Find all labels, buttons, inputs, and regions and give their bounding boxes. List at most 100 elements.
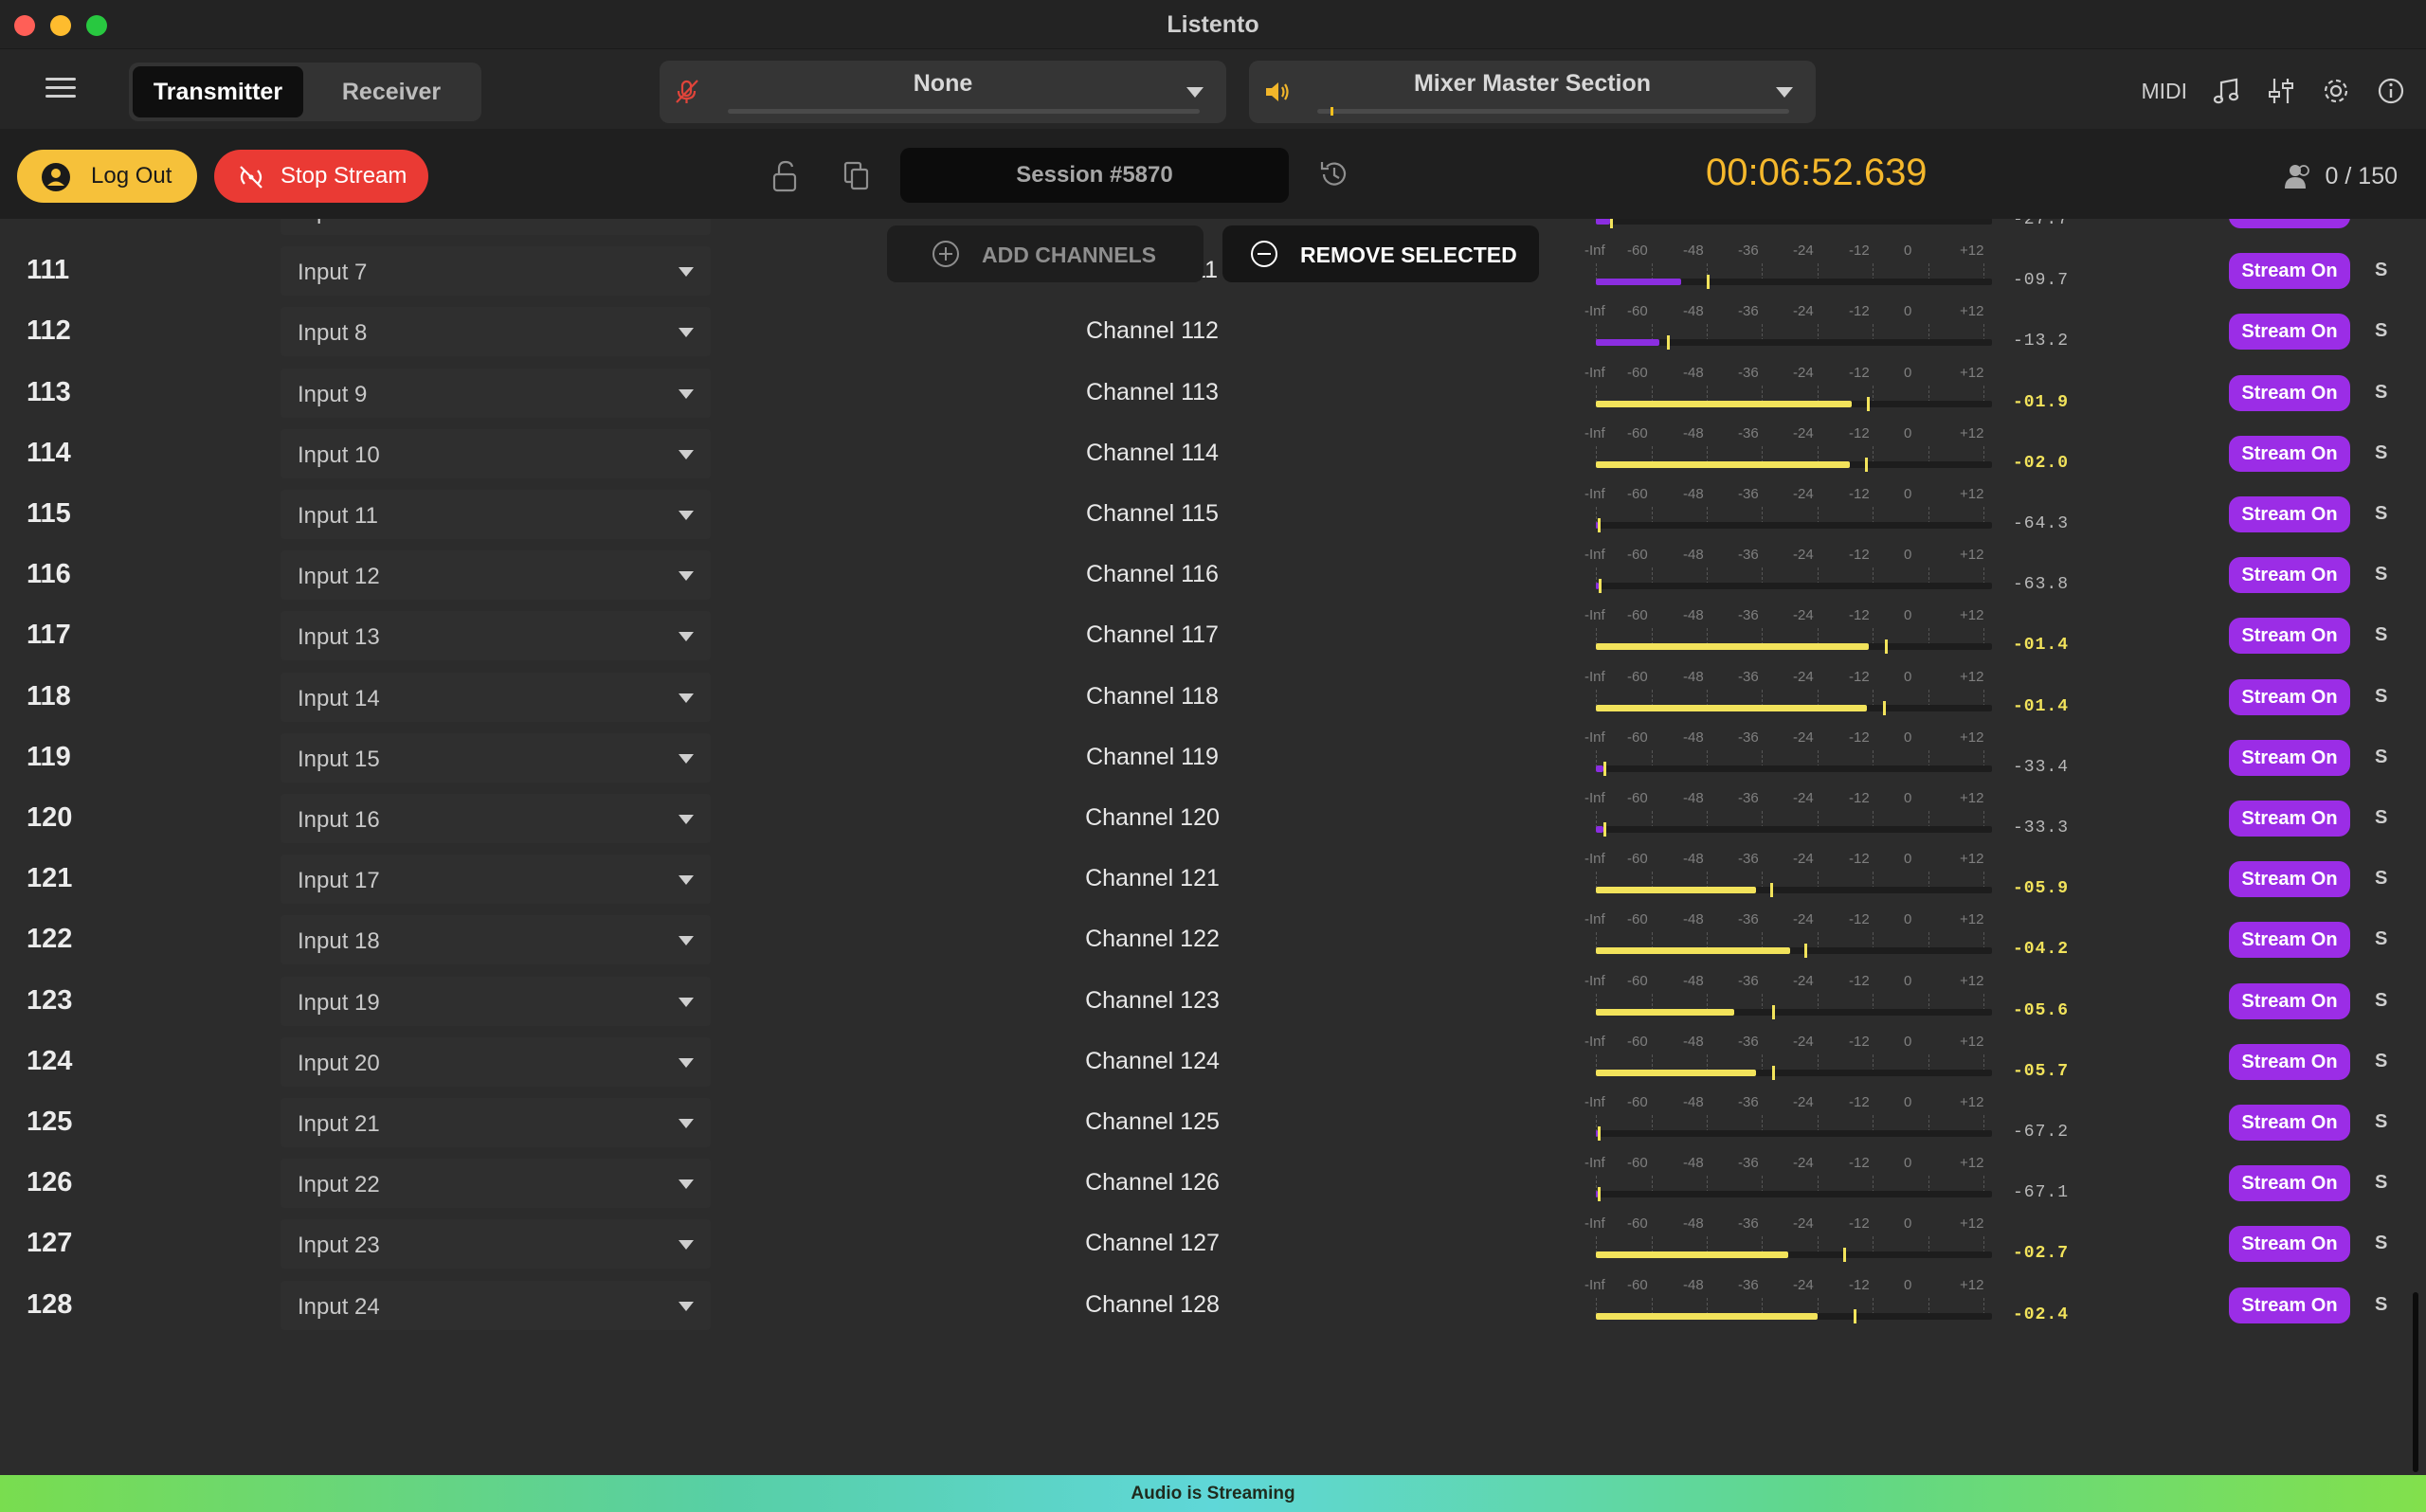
input-select[interactable]: Input 10 [281, 428, 711, 478]
input-select[interactable]: Input 23 [281, 1219, 711, 1269]
stream-on-button[interactable]: Stream On [2229, 678, 2350, 715]
output-device-select[interactable]: Mixer Master Section [1249, 61, 1816, 123]
channel-name[interactable]: Channel 115 [1042, 500, 1262, 528]
solo-button[interactable]: S [2375, 990, 2387, 1012]
channel-row[interactable]: 114 Input 10 Channel 114 -Inf -60 -48 -36 -2… [0, 423, 2426, 484]
input-select[interactable]: Input 14 [281, 672, 711, 722]
solo-button[interactable]: S [2375, 260, 2387, 281]
hamburger-menu-icon[interactable] [45, 78, 76, 104]
history-icon[interactable] [1317, 157, 1351, 191]
session-id-field[interactable]: Session #5870 [900, 148, 1289, 203]
info-icon[interactable] [2375, 75, 2407, 107]
stream-on-button[interactable]: Stream On [2229, 253, 2350, 290]
input-select[interactable]: Input 16 [281, 794, 711, 843]
channel-name[interactable]: Channel 110 [1042, 219, 1262, 224]
channel-name[interactable]: Channel 116 [1042, 561, 1262, 588]
input-select[interactable]: Input 12 [281, 550, 711, 601]
solo-button[interactable]: S [2375, 624, 2387, 646]
stream-on-button[interactable]: Stream On [2229, 982, 2350, 1019]
add-channels-button[interactable]: ADD CHANNELS [887, 225, 1204, 282]
tab-transmitter[interactable]: Transmitter [133, 66, 303, 117]
channel-name[interactable]: Channel 119 [1042, 744, 1262, 771]
stream-on-button[interactable]: Stream On [2229, 1043, 2350, 1080]
channel-row[interactable]: 126 Input 22 Channel 126 -Inf -60 -48 -36 -2… [0, 1153, 2426, 1214]
channel-name[interactable]: Channel 118 [1042, 683, 1262, 711]
mixer-sliders-icon[interactable] [2265, 75, 2297, 107]
channel-row[interactable]: 128 Input 24 Channel 128 -Inf -60 -48 -36 -2… [0, 1275, 2426, 1336]
solo-button[interactable]: S [2375, 382, 2387, 404]
channel-row[interactable]: 127 Input 23 Channel 127 -Inf -60 -48 -36 -2… [0, 1214, 2426, 1274]
solo-button[interactable]: S [2375, 1051, 2387, 1072]
channel-row[interactable]: 120 Input 16 Channel 120 -Inf -60 -48 -36 -2… [0, 788, 2426, 849]
channel-name[interactable]: Channel 120 [1042, 804, 1262, 832]
logout-button[interactable]: Log Out [17, 150, 197, 203]
stream-on-button[interactable]: Stream On [2229, 1226, 2350, 1263]
remove-selected-button[interactable]: REMOVE SELECTED [1222, 225, 1539, 282]
solo-button[interactable]: S [2375, 1172, 2387, 1194]
input-select[interactable]: Input 6 [281, 219, 711, 235]
channel-name[interactable]: Channel 127 [1042, 1230, 1262, 1257]
channel-row[interactable]: 118 Input 14 Channel 118 -Inf -60 -48 -36 -2… [0, 667, 2426, 728]
channel-name[interactable]: Channel 122 [1042, 926, 1262, 953]
midi-button[interactable]: MIDI [2141, 79, 2187, 104]
channel-name[interactable]: Channel 113 [1042, 379, 1262, 406]
copy-icon[interactable] [842, 159, 872, 193]
gear-icon[interactable] [2320, 75, 2352, 107]
solo-button[interactable]: S [2375, 686, 2387, 708]
input-select[interactable]: Input 15 [281, 732, 711, 783]
stream-on-button[interactable]: Stream On [2229, 496, 2350, 532]
input-select[interactable]: Input 11 [281, 490, 711, 539]
input-select[interactable]: Input 18 [281, 915, 711, 965]
solo-button[interactable]: S [2375, 868, 2387, 890]
stream-on-button[interactable]: Stream On [2229, 219, 2350, 228]
solo-button[interactable]: S [2375, 807, 2387, 829]
music-note-icon[interactable] [2210, 75, 2242, 107]
channel-row[interactable]: 110 Input 6 Channel 110 -Inf-60-48-36-24… [0, 219, 2426, 241]
tab-receiver[interactable]: Receiver [305, 66, 478, 117]
input-select[interactable]: Input 9 [281, 368, 711, 418]
input-select[interactable]: Input 13 [281, 611, 711, 661]
input-device-select[interactable]: None [660, 61, 1226, 123]
solo-button[interactable]: S [2375, 1233, 2387, 1254]
input-select[interactable]: Input 20 [281, 1036, 711, 1087]
channel-row[interactable]: 122 Input 18 Channel 122 -Inf -60 -48 -36 -2… [0, 909, 2426, 970]
channel-row[interactable]: 115 Input 11 Channel 115 -Inf -60 -48 -36 -2… [0, 484, 2426, 545]
channel-name[interactable]: Channel 126 [1042, 1169, 1262, 1197]
solo-button[interactable]: S [2375, 928, 2387, 950]
input-select[interactable]: Input 7 [281, 246, 711, 297]
channel-name[interactable]: Channel 124 [1042, 1048, 1262, 1075]
stream-on-button[interactable]: Stream On [2229, 861, 2350, 898]
solo-button[interactable]: S [2375, 564, 2387, 585]
input-select[interactable]: Input 21 [281, 1098, 711, 1147]
stream-on-button[interactable]: Stream On [2229, 314, 2350, 351]
solo-button[interactable]: S [2375, 442, 2387, 464]
stream-on-button[interactable]: Stream On [2229, 618, 2350, 655]
stream-on-button[interactable]: Stream On [2229, 557, 2350, 594]
channel-name[interactable]: Channel 112 [1042, 317, 1262, 345]
stream-on-button[interactable]: Stream On [2229, 1165, 2350, 1202]
channel-row[interactable]: 123 Input 19 Channel 123 -Inf -60 -48 -36 -2… [0, 971, 2426, 1032]
solo-button[interactable]: S [2375, 219, 2387, 221]
channel-row[interactable]: 116 Input 12 Channel 116 -Inf -60 -48 -36 -2… [0, 545, 2426, 605]
solo-button[interactable]: S [2375, 1294, 2387, 1316]
stop-stream-button[interactable]: Stop Stream [214, 150, 428, 203]
channel-name[interactable]: Channel 121 [1042, 865, 1262, 892]
stream-on-button[interactable]: Stream On [2229, 801, 2350, 837]
channel-row[interactable]: 125 Input 21 Channel 125 -Inf -60 -48 -36 -2… [0, 1092, 2426, 1153]
channel-name[interactable]: Channel 125 [1042, 1108, 1262, 1136]
channel-name[interactable]: Channel 114 [1042, 440, 1262, 467]
channel-name[interactable]: Channel 123 [1042, 987, 1262, 1015]
channel-row[interactable]: 124 Input 20 Channel 124 -Inf -60 -48 -36 -2… [0, 1032, 2426, 1092]
input-select[interactable]: Input 22 [281, 1159, 711, 1209]
channel-row[interactable]: 119 Input 15 Channel 119 -Inf -60 -48 -36 -2… [0, 728, 2426, 788]
input-select[interactable]: Input 17 [281, 855, 711, 905]
stream-on-button[interactable]: Stream On [2229, 1287, 2350, 1323]
channel-row[interactable]: 113 Input 9 Channel 113 -Inf -60 -48 -36 -24… [0, 363, 2426, 423]
scrollbar-thumb[interactable] [2413, 1292, 2418, 1472]
stream-on-button[interactable]: Stream On [2229, 922, 2350, 959]
channel-row[interactable]: 121 Input 17 Channel 121 -Inf -60 -48 -36 -2… [0, 849, 2426, 909]
solo-button[interactable]: S [2375, 1111, 2387, 1133]
channel-name[interactable]: Channel 128 [1042, 1291, 1262, 1319]
channel-row[interactable]: 112 Input 8 Channel 112 -Inf -60 -48 -36 -24… [0, 301, 2426, 362]
input-select[interactable]: Input 24 [281, 1280, 711, 1330]
